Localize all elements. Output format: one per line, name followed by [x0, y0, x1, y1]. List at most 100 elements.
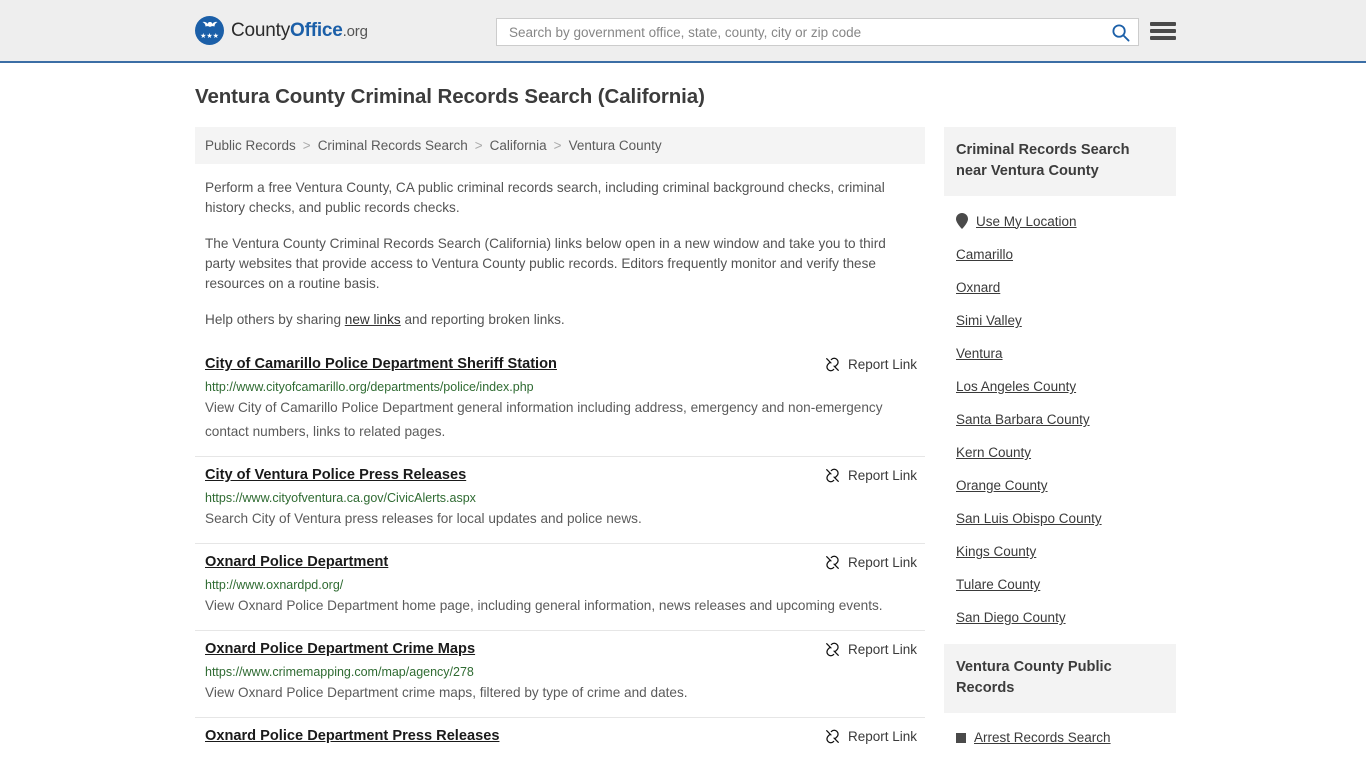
nearby-location-link[interactable]: Oxnard: [956, 280, 1000, 295]
new-links-link[interactable]: new links: [345, 312, 401, 327]
nearby-location-link[interactable]: Ventura: [956, 346, 1003, 361]
report-link-button[interactable]: Report Link: [824, 641, 917, 658]
nearby-location-item[interactable]: Orange County: [956, 469, 1176, 502]
result-url-link[interactable]: http://www.cityofcamarillo.org/departmen…: [205, 379, 917, 395]
result-item: Oxnard Police Department Crime Maps Repor…: [195, 630, 925, 717]
site-logo[interactable]: ★★★ CountyOffice.org: [195, 16, 368, 45]
result-item: City of Ventura Police Press Releases Rep…: [195, 456, 925, 543]
nearby-location-item[interactable]: Kings County: [956, 535, 1176, 568]
search-input[interactable]: [507, 23, 1111, 41]
nearby-search-box: Criminal Records Search near Ventura Cou…: [944, 127, 1176, 634]
result-description: View Oxnard Police Department home page,…: [205, 598, 883, 613]
nearby-location-link[interactable]: Kings County: [956, 544, 1036, 559]
public-record-link[interactable]: Arrest Records Search: [974, 730, 1111, 745]
search-button[interactable]: [1111, 23, 1130, 42]
broken-link-icon: [826, 468, 839, 483]
logo-text-part1: County: [231, 19, 291, 41]
site-header: ★★★ CountyOffice.org: [0, 0, 1366, 63]
nearby-location-item[interactable]: Oxnard: [956, 271, 1176, 304]
result-header: City of Camarillo Police Department Sher…: [205, 355, 917, 374]
nearby-location-link[interactable]: San Diego County: [956, 610, 1066, 625]
hamburger-menu-icon[interactable]: [1150, 20, 1176, 42]
nearby-location-link[interactable]: Kern County: [956, 445, 1031, 460]
nearby-location-item[interactable]: Camarillo: [956, 238, 1176, 271]
sidebar: Criminal Records Search near Ventura Cou…: [944, 127, 1176, 764]
breadcrumb-separator: >: [474, 138, 483, 153]
broken-link-icon: [826, 729, 839, 744]
nearby-location-item[interactable]: San Luis Obispo County: [956, 502, 1176, 535]
report-link-button[interactable]: Report Link: [824, 554, 917, 571]
result-header: Oxnard Police Department Report Link: [205, 553, 917, 572]
breadcrumb-item[interactable]: Criminal Records Search: [318, 138, 468, 153]
nearby-location-item[interactable]: Simi Valley: [956, 304, 1176, 337]
main-content: Public Records > Criminal Records Search > C…: [195, 127, 925, 764]
result-title-link[interactable]: City of Ventura Police Press Releases: [205, 466, 466, 485]
report-link-button[interactable]: Report Link: [824, 728, 917, 745]
result-header: Oxnard Police Department Press Releases R…: [205, 727, 917, 746]
nearby-location-link[interactable]: Los Angeles County: [956, 379, 1076, 394]
nearby-location-link[interactable]: San Luis Obispo County: [956, 511, 1102, 526]
broken-link-icon: [826, 642, 839, 657]
nearby-location-link[interactable]: Tulare County: [956, 577, 1040, 592]
nearby-location-item[interactable]: Los Angeles County: [956, 370, 1176, 403]
use-my-location-item[interactable]: Use My Location: [956, 204, 1176, 238]
breadcrumb-item[interactable]: Public Records: [205, 138, 296, 153]
map-pin-icon: [956, 213, 968, 229]
public-record-item[interactable]: Arrest Records Search: [956, 721, 1176, 754]
broken-link-icon: [826, 555, 839, 570]
result-title-link[interactable]: Oxnard Police Department: [205, 553, 388, 572]
eagle-seal-icon: ★★★: [195, 16, 224, 45]
intro-paragraph-3: Help others by sharing new links and rep…: [195, 310, 925, 330]
result-url-link[interactable]: https://www.crimemapping.com/map/agency/…: [205, 664, 917, 680]
intro-paragraph-2: The Ventura County Criminal Records Sear…: [205, 236, 886, 291]
nearby-location-item[interactable]: Santa Barbara County: [956, 403, 1176, 436]
result-url-link[interactable]: http://www.oxnardpd.org/: [205, 577, 917, 593]
nearby-location-link[interactable]: Orange County: [956, 478, 1048, 493]
page-title: Ventura County Criminal Records Search (…: [195, 85, 705, 108]
report-link-label: Report Link: [847, 468, 917, 483]
result-title-link[interactable]: Oxnard Police Department Crime Maps: [205, 640, 475, 659]
report-link-button[interactable]: Report Link: [824, 467, 917, 484]
nearby-location-link[interactable]: Santa Barbara County: [956, 412, 1090, 427]
nearby-list: Use My Location Camarillo Oxnard Simi Valle…: [944, 196, 1176, 634]
public-records-heading: Ventura County Public Records: [944, 644, 1176, 713]
result-item: Oxnard Police Department Press Releases R…: [195, 717, 925, 758]
report-link-button[interactable]: Report Link: [824, 356, 917, 373]
result-url-link[interactable]: https://www.cityofventura.ca.gov/CivicAl…: [205, 490, 917, 506]
nearby-location-link[interactable]: Simi Valley: [956, 313, 1022, 328]
public-records-list: Arrest Records Search: [944, 713, 1176, 754]
logo-text-part2: Office: [290, 19, 343, 41]
result-header: City of Ventura Police Press Releases Rep…: [205, 466, 917, 485]
search-icon: [1112, 23, 1130, 41]
public-records-box: Ventura County Public Records Arrest Rec…: [944, 644, 1176, 754]
hamburger-bar: [1150, 22, 1176, 26]
result-title-link[interactable]: City of Camarillo Police Department Sher…: [205, 355, 557, 374]
hamburger-bar: [1150, 29, 1176, 33]
broken-link-icon: [826, 357, 839, 372]
breadcrumb: Public Records > Criminal Records Search > C…: [195, 127, 925, 164]
nearby-location-item[interactable]: San Diego County: [956, 601, 1176, 634]
report-link-label: Report Link: [847, 729, 917, 744]
use-my-location-link[interactable]: Use My Location: [976, 214, 1077, 229]
result-item: City of Camarillo Police Department Sher…: [195, 346, 925, 456]
nearby-location-item[interactable]: Kern County: [956, 436, 1176, 469]
result-item: Oxnard Police Department Report Link http:…: [195, 543, 925, 630]
intro-section: Perform a free Ventura County, CA public…: [195, 178, 925, 330]
breadcrumb-item[interactable]: California: [490, 138, 547, 153]
intro-p3-after: and reporting broken links.: [400, 312, 565, 327]
result-description: View Oxnard Police Department crime maps…: [205, 685, 688, 700]
result-title-link[interactable]: Oxnard Police Department Press Releases: [205, 727, 499, 746]
stars-glyph: ★★★: [200, 33, 219, 40]
nearby-location-link[interactable]: Camarillo: [956, 247, 1013, 262]
page-body: Ventura County Criminal Records Search (…: [0, 63, 1366, 764]
search-bar[interactable]: [496, 18, 1139, 46]
breadcrumb-item[interactable]: Ventura County: [569, 138, 662, 153]
nearby-location-item[interactable]: Tulare County: [956, 568, 1176, 601]
intro-p3-before: Help others by sharing: [205, 312, 345, 327]
breadcrumb-separator: >: [302, 138, 311, 153]
logo-text: CountyOffice.org: [231, 20, 368, 42]
eagle-glyph: [202, 21, 217, 27]
result-description: Search City of Ventura press releases fo…: [205, 511, 642, 526]
nearby-heading: Criminal Records Search near Ventura Cou…: [944, 127, 1176, 196]
nearby-location-item[interactable]: Ventura: [956, 337, 1176, 370]
